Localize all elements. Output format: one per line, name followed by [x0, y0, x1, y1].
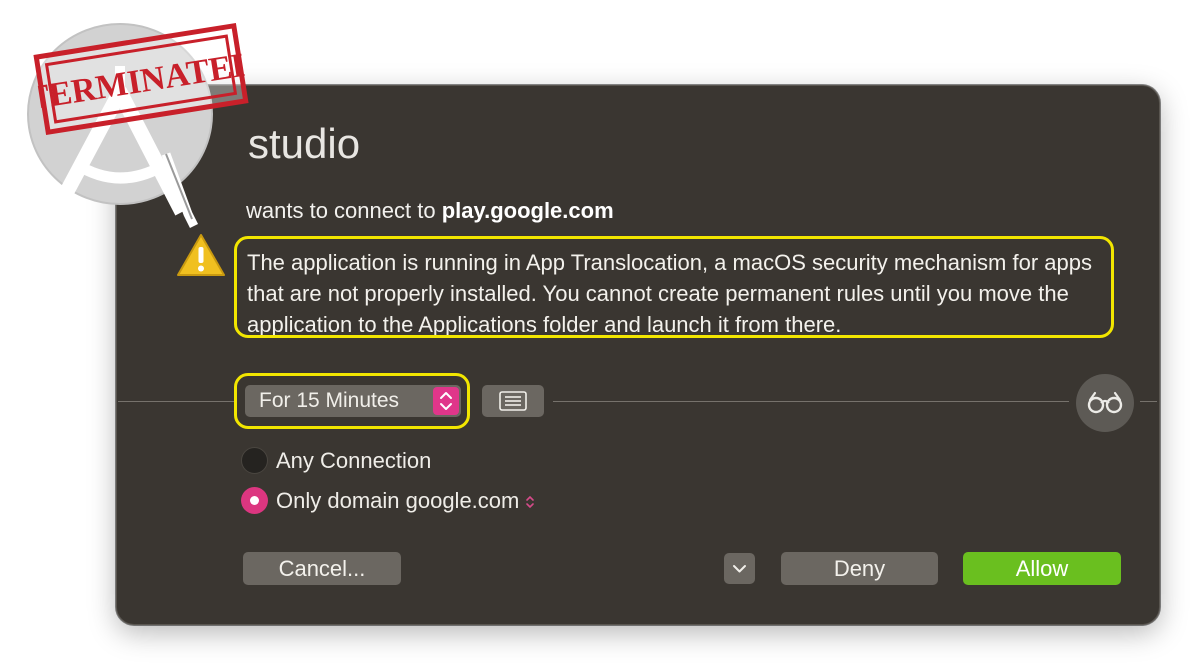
deny-button[interactable]: Deny [781, 552, 938, 585]
radio-button-unselected[interactable] [241, 447, 268, 474]
radio-label-only-domain: Only domain google.com [276, 488, 520, 513]
radio-button-selected[interactable] [241, 487, 268, 514]
more-options-button[interactable] [724, 553, 755, 584]
divider-left [118, 401, 234, 402]
glasses-icon [1087, 391, 1123, 414]
duration-select[interactable]: For 15 Minutes [245, 385, 461, 417]
chevron-down-icon [733, 565, 746, 573]
connection-subtitle: wants to connect to play.google.com [246, 198, 614, 224]
duration-value: For 15 Minutes [259, 389, 400, 412]
app-name: studio [248, 120, 361, 167]
translocation-notice: The application is running in App Transl… [234, 236, 1114, 338]
domain-stepper-icon[interactable] [524, 493, 536, 511]
rule-details-button[interactable] [482, 385, 544, 417]
glasses-button[interactable] [1076, 374, 1134, 432]
connection-host: play.google.com [441, 198, 614, 223]
cancel-button[interactable]: Cancel... [243, 552, 401, 585]
up-down-stepper-icon[interactable] [433, 387, 459, 415]
radio-label-any-connection: Any Connection [276, 448, 432, 473]
radio-label-only-domain-wrap: Only domain google.com [276, 486, 536, 516]
divider-middle [553, 401, 1069, 402]
warning-icon [176, 232, 226, 278]
connection-prefix: wants to connect to [246, 198, 436, 223]
duration-highlight: For 15 Minutes [234, 373, 470, 429]
divider-right [1140, 401, 1157, 402]
allow-button[interactable]: Allow [963, 552, 1121, 585]
list-icon [499, 391, 527, 411]
